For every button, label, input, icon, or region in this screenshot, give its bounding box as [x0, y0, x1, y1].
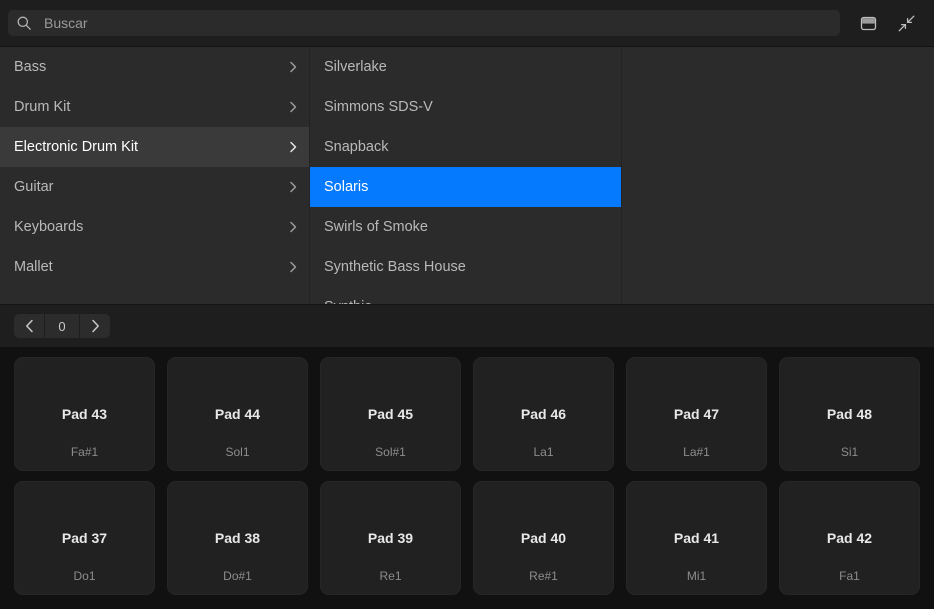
category-column[interactable]: Bass Drum Kit Electronic Drum Kit Guitar Key…: [0, 47, 310, 304]
previous-page-button[interactable]: [14, 314, 44, 338]
pad-page-selector: 0: [14, 314, 110, 338]
patch-item-label: Synthetic Bass House: [324, 259, 466, 275]
pad-name: Pad 43: [61, 406, 108, 422]
search-icon: [17, 16, 31, 30]
chevron-right-icon: [290, 101, 297, 113]
plugin-window: Bass Drum Kit Electronic Drum Kit Guitar Key…: [0, 0, 934, 609]
pad-name: Pad 40: [520, 530, 567, 546]
category-item-label: Bass: [14, 59, 47, 75]
search-field[interactable]: [8, 10, 840, 36]
category-item-4[interactable]: Keyboards: [0, 207, 309, 247]
patch-item-label: Swirls of Smoke: [324, 219, 428, 235]
chevron-right-icon: [290, 141, 297, 153]
chevron-right-icon: [290, 221, 297, 233]
pad-note: Fa#1: [70, 445, 99, 459]
category-item-label: Electronic Drum Kit: [14, 139, 139, 155]
collapse-arrows-icon-button[interactable]: [894, 11, 918, 35]
chevron-right-icon: [290, 61, 297, 73]
toolbar-buttons: [856, 11, 924, 35]
category-item-1[interactable]: Drum Kit: [0, 87, 309, 127]
pad-pad-39[interactable]: Pad 39 Re1: [320, 481, 461, 595]
pad-note: Do1: [73, 569, 96, 583]
pad-name: Pad 45: [367, 406, 414, 422]
category-item-label: Drum Kit: [14, 99, 71, 115]
patch-item-0[interactable]: Silverlake: [310, 47, 621, 87]
pad-name: Pad 48: [826, 406, 873, 422]
pad-note: La#1: [683, 445, 710, 459]
pad-pad-46[interactable]: Pad 46 La1: [473, 357, 614, 471]
pad-note: Fa1: [839, 569, 860, 583]
patch-item-2[interactable]: Snapback: [310, 127, 621, 167]
pad-note: Do#1: [223, 569, 252, 583]
patch-item-1[interactable]: Simmons SDS-V: [310, 87, 621, 127]
pad-pad-43[interactable]: Pad 43 Fa#1: [14, 357, 155, 471]
pad-pad-48[interactable]: Pad 48 Si1: [779, 357, 920, 471]
chevron-right-icon: [91, 319, 99, 333]
pad-note: Mi1: [686, 569, 707, 583]
page-number-value[interactable]: 0: [45, 314, 79, 338]
patch-item-6[interactable]: Synthie: [310, 287, 621, 304]
pad-name: Pad 38: [214, 530, 261, 546]
pad-name: Pad 44: [214, 406, 261, 422]
patch-item-4[interactable]: Swirls of Smoke: [310, 207, 621, 247]
pad-note: Sol#1: [375, 445, 406, 459]
patch-item-label: Synthie: [324, 298, 611, 304]
pad-name: Pad 42: [826, 530, 873, 546]
category-item-5[interactable]: Mallet: [0, 247, 309, 287]
patch-item-5[interactable]: Synthetic Bass House: [310, 247, 621, 287]
category-item-3[interactable]: Guitar: [0, 167, 309, 207]
pad-pad-40[interactable]: Pad 40 Re#1: [473, 481, 614, 595]
pad-name: Pad 46: [520, 406, 567, 422]
pad-pad-37[interactable]: Pad 37 Do1: [14, 481, 155, 595]
search-input[interactable]: [44, 14, 832, 32]
library-browser: Bass Drum Kit Electronic Drum Kit Guitar Key…: [0, 46, 934, 304]
patch-column[interactable]: Silverlake Simmons SDS-V Snapback Solaris Sw…: [310, 47, 622, 304]
pad-pad-41[interactable]: Pad 41 Mi1: [626, 481, 767, 595]
chevron-right-icon: [290, 261, 297, 273]
category-item-0[interactable]: Bass: [0, 47, 309, 87]
layout-panel-icon: [860, 16, 876, 30]
pad-grid: Pad 43 Fa#1 Pad 44 Sol1 Pad 45 Sol#1 Pad 46 La1…: [0, 348, 934, 609]
patch-item-label: Silverlake: [324, 59, 387, 75]
detail-column[interactable]: [622, 47, 934, 304]
chevron-left-icon: [25, 319, 33, 333]
patch-item-label: Simmons SDS-V: [324, 99, 433, 115]
pad-pad-44[interactable]: Pad 44 Sol1: [167, 357, 308, 471]
pad-name: Pad 39: [367, 530, 414, 546]
chevron-right-icon: [290, 181, 297, 193]
pager-bar: 0: [0, 304, 934, 348]
pad-pad-42[interactable]: Pad 42 Fa1: [779, 481, 920, 595]
top-toolbar: [0, 0, 934, 46]
pad-note: Re1: [379, 569, 402, 583]
patch-item-label: Solaris: [324, 179, 369, 195]
pad-pad-38[interactable]: Pad 38 Do#1: [167, 481, 308, 595]
pad-note: Sol1: [225, 445, 250, 459]
pad-note: Re#1: [529, 569, 558, 583]
collapse-arrows-icon: [898, 15, 914, 31]
category-item-label: Guitar: [14, 179, 54, 195]
layout-panel-icon-button[interactable]: [856, 11, 880, 35]
patch-item-label: Snapback: [324, 139, 389, 155]
category-item-2[interactable]: Electronic Drum Kit: [0, 127, 309, 167]
pad-note: La1: [533, 445, 554, 459]
pad-pad-45[interactable]: Pad 45 Sol#1: [320, 357, 461, 471]
pad-name: Pad 41: [673, 530, 720, 546]
pad-pad-47[interactable]: Pad 47 La#1: [626, 357, 767, 471]
patch-item-3[interactable]: Solaris: [310, 167, 621, 207]
next-page-button[interactable]: [80, 314, 110, 338]
pad-name: Pad 47: [673, 406, 720, 422]
category-item-label: Keyboards: [14, 219, 84, 235]
pad-name: Pad 37: [61, 530, 108, 546]
category-item-label: Mallet: [14, 259, 53, 275]
pad-note: Si1: [840, 445, 859, 459]
